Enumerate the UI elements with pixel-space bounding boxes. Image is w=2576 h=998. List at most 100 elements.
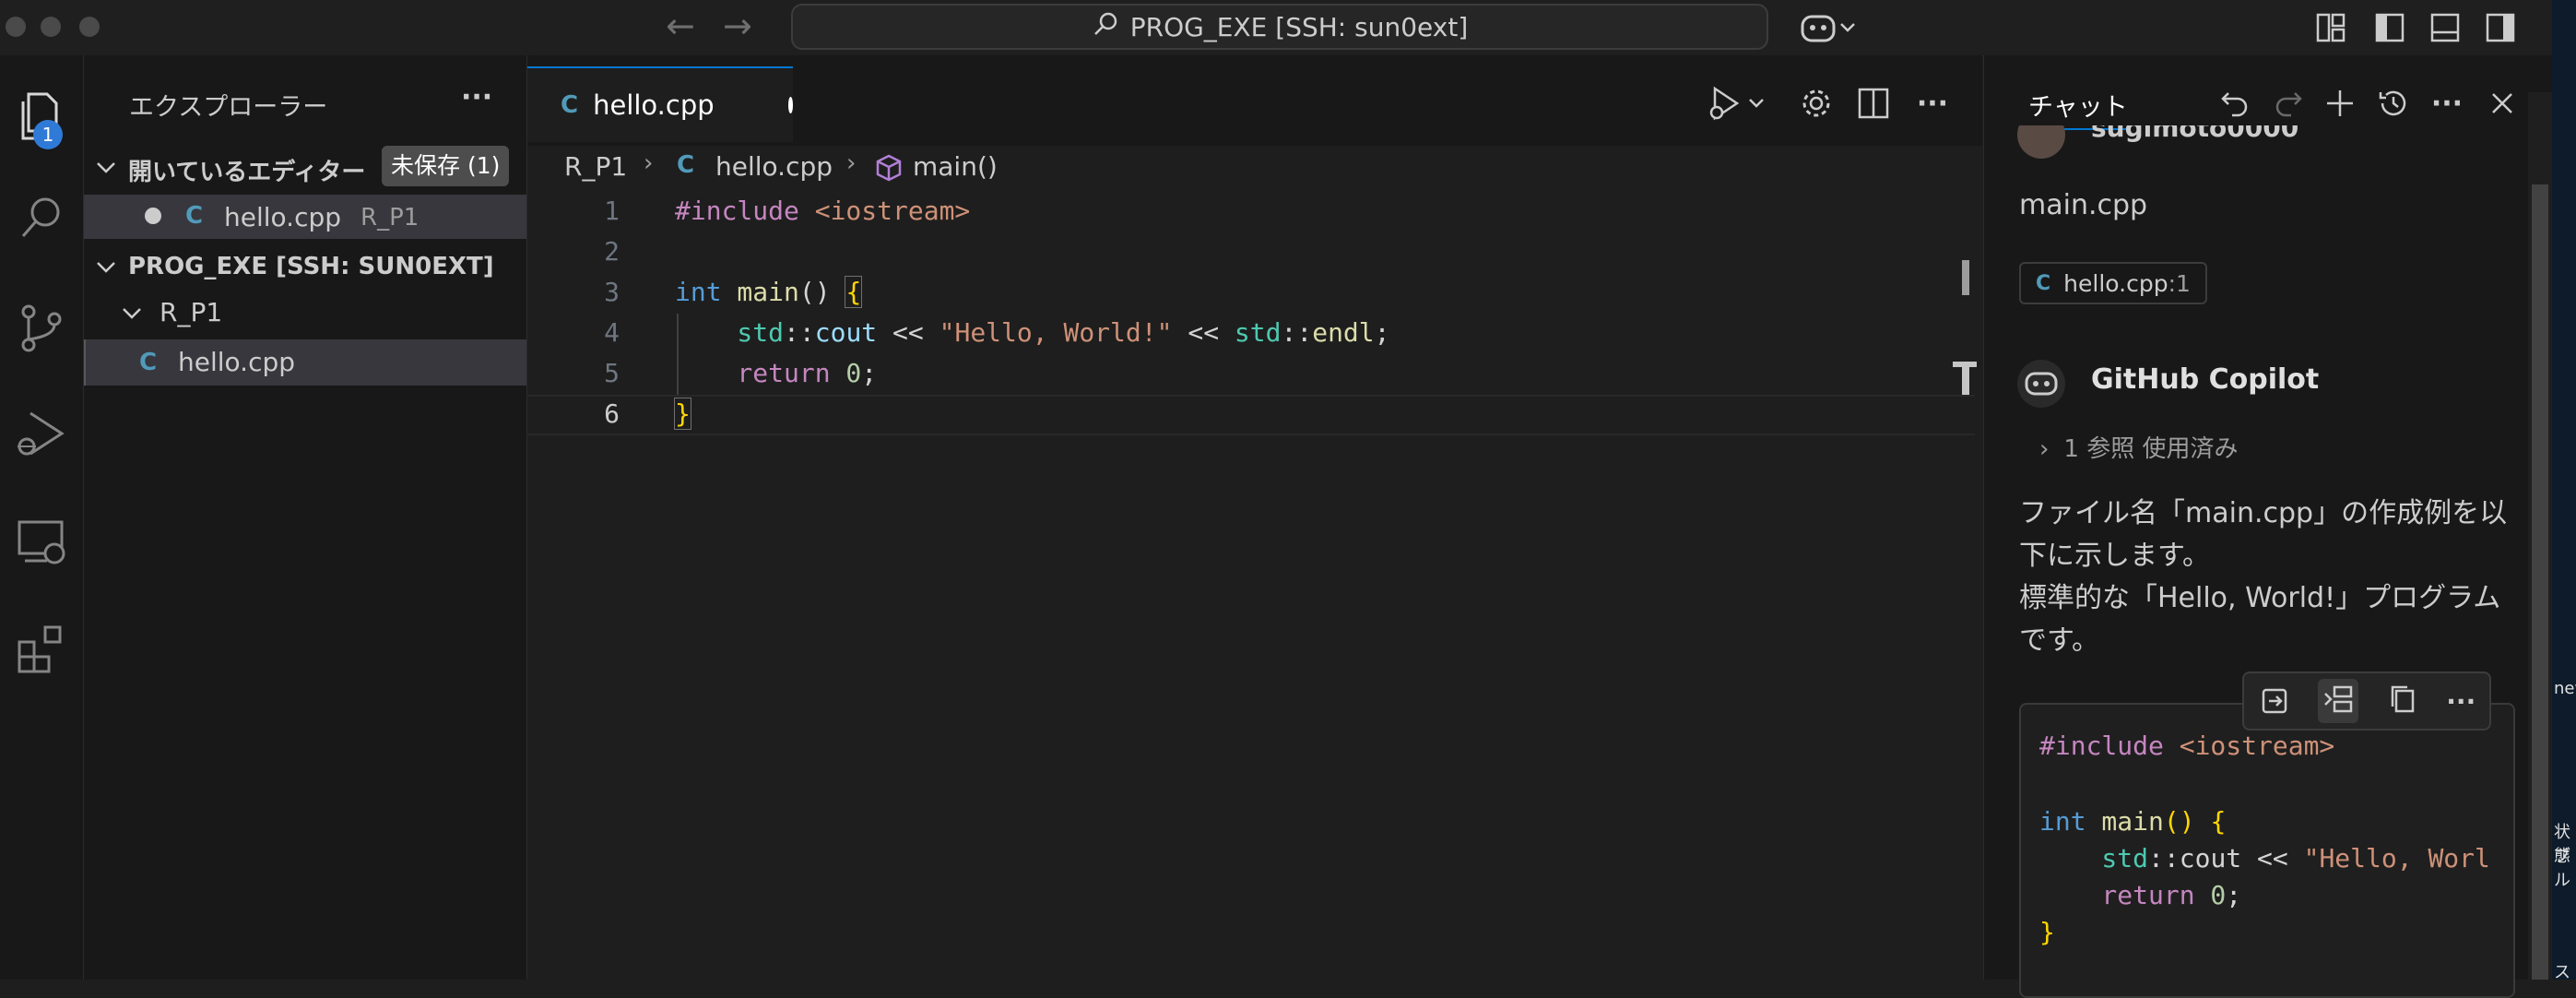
window-zoom-button[interactable] — [79, 17, 100, 37]
settings-gear-icon[interactable] — [1798, 85, 1835, 122]
tab-label: hello.cpp — [593, 89, 715, 121]
dirty-dot-icon — [145, 208, 161, 224]
minimap-cursor-mark — [1962, 362, 1969, 395]
code-token: () — [799, 277, 846, 307]
user-message: main.cpp — [2019, 184, 2147, 227]
code-more-icon[interactable]: ··· — [2446, 686, 2476, 717]
code-line-1: 1 #include <iostream> — [527, 192, 1982, 232]
window-close-button[interactable] — [6, 17, 26, 37]
code-token: std — [2039, 843, 2148, 873]
file-hello-cpp[interactable]: C hello.cpp — [84, 339, 526, 386]
chat-code-line-4: std::cout << "Hello, Worl — [2039, 843, 2490, 873]
code-line-2: 2 — [527, 232, 1982, 273]
breadcrumb-folder[interactable]: R_P1 — [564, 151, 627, 182]
window-minimize-button[interactable] — [41, 17, 61, 37]
line-number: 1 — [527, 196, 620, 226]
remote-explorer-icon[interactable] — [0, 505, 83, 579]
open-editors-label: 開いているエディター — [128, 153, 365, 187]
code-token: } — [2039, 917, 2055, 947]
response-line-1: ファイル名「main.cpp」の作成例を以 — [2019, 493, 2507, 535]
explorer-icon[interactable]: 1 — [0, 79, 83, 153]
file-name: hello.cpp — [178, 347, 295, 377]
indent-guide — [677, 314, 679, 395]
explorer-badge: 1 — [33, 120, 63, 149]
copilot-avatar-icon — [2017, 360, 2065, 408]
sidebar-more-button[interactable]: ··· — [461, 81, 492, 113]
chat-code-block[interactable]: #include <iostream> int main() { std::co… — [2019, 703, 2515, 998]
code-token: <iostream> — [2164, 731, 2334, 761]
history-icon[interactable] — [2375, 85, 2412, 122]
breadcrumb-symbol[interactable]: main() — [913, 151, 998, 182]
tab-hello-cpp[interactable]: C hello.cpp — [527, 66, 793, 142]
code-token: << — [877, 317, 939, 348]
run-debug-icon[interactable] — [0, 397, 83, 470]
toggle-panel-icon[interactable] — [2427, 9, 2464, 46]
close-icon[interactable] — [2484, 85, 2521, 122]
undo-icon[interactable] — [2216, 85, 2253, 122]
more-actions-icon[interactable]: ··· — [1914, 85, 1951, 122]
redo-icon[interactable] — [2270, 85, 2307, 122]
desktop-background: new 状態 ブル ス — [2552, 0, 2576, 980]
chat-scrollbar-thumb[interactable] — [2532, 184, 2548, 980]
customize-layout-icon[interactable] — [2312, 9, 2349, 46]
code-token: ; — [861, 358, 877, 388]
back-arrow-icon[interactable]: ← — [666, 7, 695, 44]
code-token: <iostream> — [799, 196, 970, 226]
copilot-menu-icon[interactable] — [1798, 9, 1862, 46]
code-token: ; — [1375, 317, 1390, 348]
chevron-right-icon: › — [2039, 435, 2049, 463]
run-debug-dropdown-icon[interactable] — [1706, 85, 1770, 122]
source-control-icon[interactable] — [0, 291, 83, 365]
insert-at-cursor-icon[interactable] — [2318, 679, 2358, 723]
reference-chip-file: hello.cpp — [2063, 270, 2168, 297]
toggle-secondary-sidebar-icon[interactable] — [2482, 9, 2519, 46]
toggle-primary-sidebar-icon[interactable] — [2371, 9, 2408, 46]
search-icon[interactable] — [0, 181, 83, 255]
command-center-search[interactable]: PROG_EXE [SSH: sun0ext] — [791, 4, 1768, 50]
references-toggle[interactable]: ›1 参照 使用済み — [2039, 430, 2238, 464]
command-center-label: PROG_EXE [SSH: sun0ext] — [1130, 12, 1469, 42]
chat-code-line-5: return 0; — [2039, 880, 2241, 910]
code-line-4: 4 std::cout << "Hello, World!" << std::e… — [527, 314, 1982, 354]
assistant-name: GitHub Copilot — [2091, 363, 2319, 396]
code-token: std — [675, 317, 784, 348]
cpp-file-icon: C — [561, 91, 578, 119]
unsaved-badge: 未保存 (1) — [382, 146, 509, 186]
extensions-icon[interactable] — [0, 612, 83, 686]
chat-more-icon[interactable]: ··· — [2428, 85, 2465, 122]
split-editor-icon[interactable] — [1855, 85, 1892, 122]
code-token: "Hello, Worl — [2304, 843, 2490, 873]
breadcrumb: R_P1 › C hello.cpp › main() — [527, 146, 1982, 190]
code-token: return — [2039, 880, 2195, 910]
workspace-header[interactable]: PROG_EXE [SSH: SUN0EXT] — [84, 249, 526, 286]
code-token: } — [675, 398, 691, 429]
code-token: 0 — [2195, 880, 2227, 910]
breadcrumb-file[interactable]: hello.cpp — [715, 151, 833, 182]
line-number: 5 — [527, 358, 620, 388]
minimap-slider[interactable] — [1962, 260, 1969, 295]
code-token: std — [1235, 317, 1282, 348]
line-number: 2 — [527, 236, 620, 267]
chat-tab[interactable]: チャット — [2028, 87, 2128, 130]
unsaved-dot-icon[interactable] — [788, 97, 793, 113]
chevron-right-icon: › — [846, 149, 856, 177]
open-editor-item[interactable]: C hello.cpp R_P1 — [84, 195, 526, 239]
apply-in-editor-icon[interactable] — [2258, 683, 2291, 719]
code-token: "Hello, World!" — [939, 317, 1173, 348]
code-token: () { — [2164, 806, 2226, 837]
code-token: << — [1172, 317, 1234, 348]
code-token: #include — [675, 196, 799, 226]
forward-arrow-icon[interactable]: → — [723, 7, 752, 44]
code-block-toolbar: ··· — [2242, 671, 2491, 731]
code-token: #include — [2039, 731, 2164, 761]
new-chat-icon[interactable] — [2322, 85, 2358, 122]
response-line-2: 下に示します。 — [2019, 535, 2210, 577]
code-token: cout — [815, 317, 877, 348]
reference-chip[interactable]: C hello.cpp :1 — [2019, 262, 2207, 304]
folder-r-p1[interactable]: R_P1 — [84, 295, 526, 332]
folder-name: R_P1 — [160, 297, 222, 327]
chevron-down-icon — [95, 159, 117, 177]
cpp-file-icon: C — [185, 202, 203, 230]
open-editor-folder: R_P1 — [360, 204, 419, 232]
copy-icon[interactable] — [2386, 683, 2419, 719]
